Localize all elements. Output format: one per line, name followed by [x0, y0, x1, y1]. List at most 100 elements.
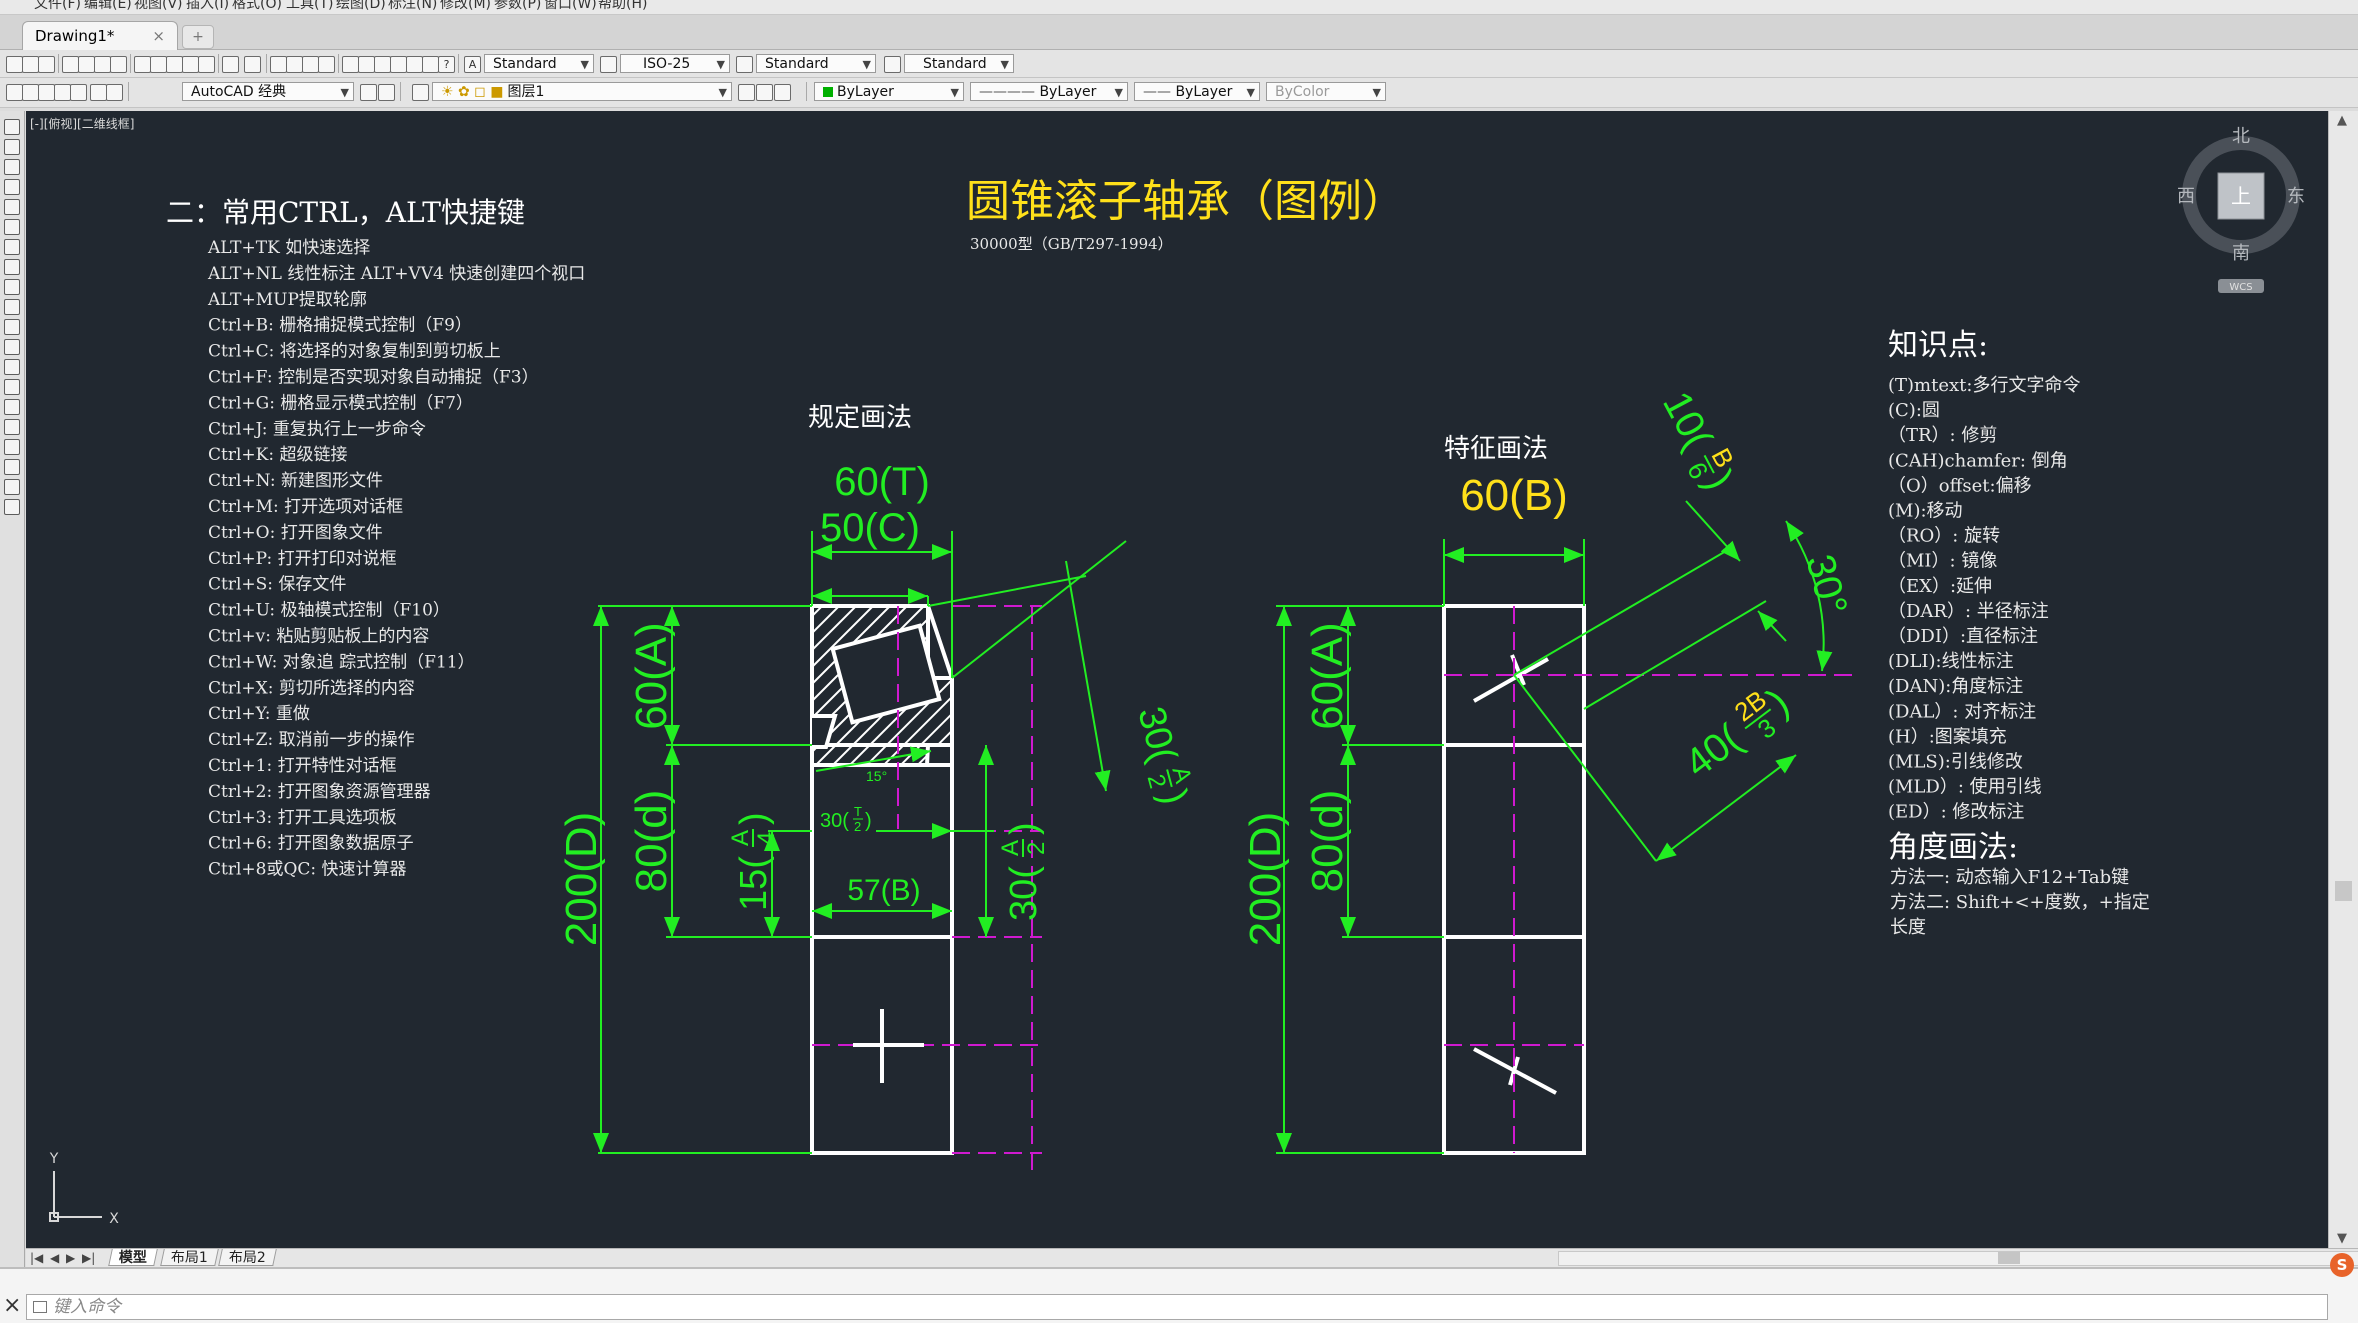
- polygon-icon[interactable]: [4, 179, 20, 195]
- layer-walk-icon[interactable]: [774, 84, 791, 101]
- design-center-icon[interactable]: [358, 56, 375, 73]
- markup-icon[interactable]: [406, 56, 423, 73]
- render-icon[interactable]: [70, 84, 87, 101]
- menu-dimension[interactable]: 标注(N): [388, 0, 437, 11]
- layer-state-icon[interactable]: [90, 84, 107, 101]
- layer-properties-icon[interactable]: [106, 84, 123, 101]
- print-icon[interactable]: [62, 56, 79, 73]
- color-select[interactable]: ByLayer ▼: [814, 82, 964, 101]
- layer-manager-icon[interactable]: [412, 84, 429, 101]
- menu-help[interactable]: 帮助(H): [598, 0, 647, 11]
- vertical-scroll-thumb[interactable]: [2335, 881, 2352, 901]
- mtext-icon[interactable]: [4, 479, 20, 495]
- dimension-style-select[interactable]: ISO-25 ▼: [620, 54, 730, 73]
- revision-cloud-icon[interactable]: [4, 259, 20, 275]
- cut-icon[interactable]: [134, 56, 151, 73]
- spline-icon[interactable]: [4, 279, 20, 295]
- tab-layout1[interactable]: 布局1: [160, 1249, 219, 1266]
- block-editor-icon[interactable]: [198, 56, 215, 73]
- drawing-svg[interactable]: [-][俯视][二维线框] 圆锥滚子轴承（图例） 30000型（GB/T297-…: [26, 111, 2328, 1248]
- region-icon[interactable]: [4, 439, 20, 455]
- lineweight-select[interactable]: —— ByLayer ▼: [1134, 82, 1260, 101]
- table-icon[interactable]: [4, 459, 20, 475]
- add-selected-icon[interactable]: [4, 499, 20, 515]
- pan-icon[interactable]: [270, 56, 287, 73]
- zoom-window-icon[interactable]: [302, 56, 319, 73]
- tool-palettes-icon[interactable]: [374, 56, 391, 73]
- calculator-icon[interactable]: [422, 56, 439, 73]
- make-block-icon[interactable]: [4, 359, 20, 375]
- close-icon[interactable]: ×: [3, 1293, 21, 1318]
- point-icon[interactable]: [4, 379, 20, 395]
- document-tab[interactable]: Drawing1* ×: [22, 21, 178, 50]
- publish-icon[interactable]: [94, 56, 111, 73]
- match-properties-icon[interactable]: [182, 56, 199, 73]
- help-icon[interactable]: ?: [438, 56, 455, 73]
- viewcube[interactable]: 上 北 南 东 西 WCS: [2177, 126, 2305, 293]
- ellipse-icon[interactable]: [4, 299, 20, 315]
- command-input[interactable]: 键入命令: [26, 1294, 2328, 1320]
- scroll-up-icon[interactable]: ▲: [2337, 113, 2347, 128]
- scroll-down-icon[interactable]: ▼: [2337, 1231, 2347, 1246]
- circle-icon[interactable]: [4, 239, 20, 255]
- viewcube-east[interactable]: 东: [2287, 186, 2305, 207]
- camera-icon[interactable]: [54, 84, 71, 101]
- viewcube-south[interactable]: 南: [2232, 243, 2250, 264]
- next-layout-icon[interactable]: ▶: [66, 1249, 75, 1267]
- save-icon[interactable]: [38, 56, 55, 73]
- rectangle-icon[interactable]: [4, 199, 20, 215]
- make-current-layer-icon[interactable]: [738, 84, 755, 101]
- tab-layout2[interactable]: 布局2: [218, 1249, 277, 1266]
- plot-icon[interactable]: [110, 56, 127, 73]
- zoom-realtime-icon[interactable]: [286, 56, 303, 73]
- menu-window[interactable]: 窗口(W): [544, 0, 597, 11]
- menu-parametric[interactable]: 参数(P): [494, 0, 541, 11]
- undo-icon[interactable]: [222, 56, 239, 73]
- close-icon[interactable]: ×: [152, 22, 165, 50]
- layer-previous-icon[interactable]: [756, 84, 773, 101]
- insert-block-icon[interactable]: [4, 339, 20, 355]
- zoom-previous-icon[interactable]: [318, 56, 335, 73]
- table-style-icon[interactable]: [736, 56, 753, 73]
- linetype-select[interactable]: ———— ByLayer ▼: [970, 82, 1128, 101]
- polyline-icon[interactable]: [4, 159, 20, 175]
- open-file-icon[interactable]: [22, 56, 39, 73]
- vertical-scrollbar[interactable]: ▲ ▼: [2328, 111, 2358, 1248]
- prev-layout-icon[interactable]: ◀: [50, 1249, 59, 1267]
- menu-format[interactable]: 格式(O): [232, 0, 282, 11]
- menu-insert[interactable]: 插入(I): [186, 0, 229, 11]
- tab-model[interactable]: 模型: [108, 1249, 158, 1266]
- workspace-icon[interactable]: [6, 84, 23, 101]
- menu-edit[interactable]: 编辑(E): [84, 0, 132, 11]
- hatch-icon[interactable]: [4, 399, 20, 415]
- copy-icon[interactable]: [150, 56, 167, 73]
- paste-icon[interactable]: [166, 56, 183, 73]
- horizontal-scrollbar[interactable]: [1558, 1251, 2358, 1266]
- multileader-style-icon[interactable]: [884, 56, 901, 73]
- properties-icon[interactable]: [342, 56, 359, 73]
- text-style-icon[interactable]: A: [464, 56, 481, 73]
- ellipse-arc-icon[interactable]: [4, 319, 20, 335]
- viewcube-north[interactable]: 北: [2232, 126, 2250, 147]
- gradient-icon[interactable]: [4, 419, 20, 435]
- layer-select[interactable]: ☀ ✿ ◻ ■ 图层1 ▼: [432, 82, 732, 101]
- viewcube-west[interactable]: 西: [2177, 186, 2195, 207]
- construction-line-icon[interactable]: [4, 139, 20, 155]
- first-layout-icon[interactable]: |◀: [30, 1249, 43, 1267]
- toolbar-lock-icon[interactable]: [378, 84, 395, 101]
- menu-file[interactable]: 文件(F): [34, 0, 81, 11]
- last-layout-icon[interactable]: ▶|: [82, 1249, 95, 1267]
- menu-modify[interactable]: 修改(M): [440, 0, 491, 11]
- redo-icon[interactable]: [244, 56, 261, 73]
- line-tool-icon[interactable]: [4, 119, 20, 135]
- multileader-style-select[interactable]: Standard ▼: [904, 54, 1014, 73]
- menu-view[interactable]: 视图(V): [134, 0, 183, 11]
- viewcube-top[interactable]: 上: [2231, 184, 2251, 208]
- horizontal-scroll-thumb[interactable]: [1998, 1252, 2020, 1264]
- print-preview-icon[interactable]: [78, 56, 95, 73]
- menu-tools[interactable]: 工具(T): [286, 0, 333, 11]
- table-style-select[interactable]: Standard ▼: [756, 54, 876, 73]
- sheet-set-icon[interactable]: [390, 56, 407, 73]
- gear-icon[interactable]: [360, 84, 377, 101]
- workspace-select[interactable]: AutoCAD 经典 ▼: [182, 82, 354, 101]
